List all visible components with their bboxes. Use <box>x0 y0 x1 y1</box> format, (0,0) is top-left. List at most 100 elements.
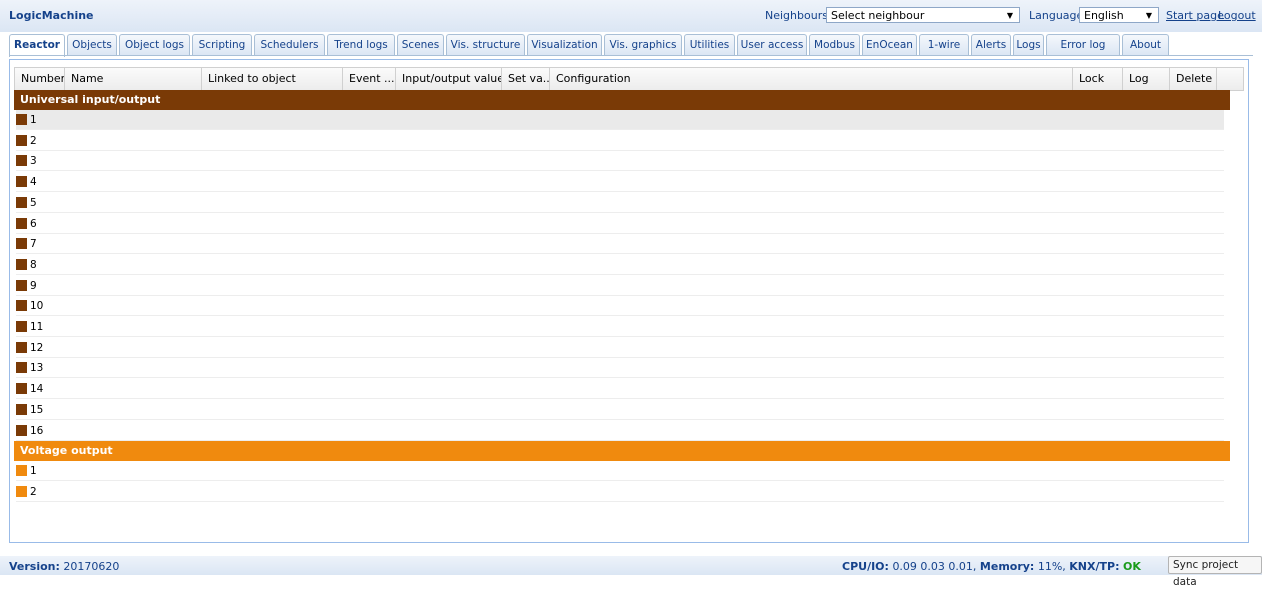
row-number: 5 <box>30 196 37 209</box>
row-number: 12 <box>30 341 44 354</box>
dropdown-arrow-icon: ▼ <box>1145 11 1152 20</box>
color-square-icon <box>16 279 27 291</box>
neighbours-select[interactable]: Select neighbour ▼ <box>826 7 1020 23</box>
color-square-icon <box>16 114 27 125</box>
tab-utilities[interactable]: Utilities <box>684 34 735 55</box>
tab-enocean[interactable]: EnOcean <box>862 34 917 55</box>
neighbours-select-value: Select neighbour <box>831 9 925 22</box>
row-number: 3 <box>30 155 37 168</box>
row-number: 8 <box>30 258 37 271</box>
row-number: 2 <box>30 485 37 498</box>
row-number: 11 <box>30 321 44 333</box>
language-select[interactable]: English ▼ <box>1079 7 1159 23</box>
row-number: 14 <box>30 383 44 396</box>
column-header-lock[interactable]: Lock <box>1073 68 1123 90</box>
table-row[interactable]: 13 <box>16 358 1224 379</box>
color-square-icon <box>16 485 27 497</box>
table-row[interactable]: 8 <box>16 255 1224 275</box>
memory-label: Memory: <box>979 560 1035 573</box>
table-row[interactable]: 14 <box>16 379 1224 400</box>
column-header-event[interactable]: Event ... <box>343 68 396 90</box>
row-number: 1 <box>30 465 37 478</box>
knx-status-value: OK <box>1122 560 1141 573</box>
table-row[interactable]: 16 <box>16 421 1224 441</box>
tab-scenes[interactable]: Scenes <box>397 34 444 55</box>
color-square-icon <box>16 258 27 270</box>
column-header-name[interactable]: Name <box>65 68 202 90</box>
table-row[interactable]: 10 <box>16 296 1224 317</box>
tab-reactor[interactable]: Reactor <box>9 34 65 57</box>
tab-trend-logs[interactable]: Trend logs <box>327 34 395 55</box>
tab-alerts[interactable]: Alerts <box>971 34 1011 55</box>
column-header-input-output-value[interactable]: Input/output value <box>396 68 502 90</box>
column-header-log[interactable]: Log <box>1123 68 1170 90</box>
tab-user-access[interactable]: User access <box>737 34 807 55</box>
table-row[interactable]: 1 <box>16 110 1224 130</box>
version-value: 20170620 <box>63 560 120 573</box>
color-square-icon <box>16 238 27 250</box>
tab-object-logs[interactable]: Object logs <box>119 34 190 55</box>
row-number: 6 <box>30 217 37 230</box>
table-row[interactable]: 1 <box>16 461 1224 482</box>
version-label: Version: <box>9 560 60 573</box>
sync-project-data-button[interactable]: Sync project data <box>1168 556 1262 588</box>
tab-about[interactable]: About <box>1122 34 1169 55</box>
tab-vis-structure[interactable]: Vis. structure <box>446 34 525 55</box>
group-header[interactable]: Universal input/output <box>14 90 1230 110</box>
group-header[interactable]: Voltage output <box>14 441 1230 462</box>
color-square-icon <box>16 134 27 146</box>
knx-label: KNX/TP: <box>1069 560 1120 573</box>
tab-divider <box>9 55 1253 56</box>
table-row[interactable]: 3 <box>16 151 1224 172</box>
neighbours-label: Neighbours: <box>765 9 832 22</box>
color-square-icon <box>16 176 27 188</box>
tab-logs[interactable]: Logs <box>1013 34 1044 55</box>
table-row[interactable]: 11 <box>16 317 1224 337</box>
table-row[interactable]: 4 <box>16 172 1224 193</box>
tab-1-wire[interactable]: 1-wire <box>919 34 969 55</box>
tab-visualization[interactable]: Visualization <box>527 34 602 55</box>
table-row[interactable]: 12 <box>16 338 1224 358</box>
version-info: Version: 20170620 <box>9 560 119 573</box>
column-header-number[interactable]: Number <box>15 68 65 90</box>
tab-modbus[interactable]: Modbus <box>809 34 860 55</box>
cpu-label: CPU/IO: <box>842 560 889 573</box>
color-square-icon <box>16 424 27 436</box>
tab-error-log[interactable]: Error log <box>1046 34 1120 55</box>
row-number: 13 <box>30 362 44 375</box>
row-number: 15 <box>30 403 44 416</box>
start-page-link[interactable]: Start page <box>1166 9 1224 22</box>
grid-header: Number Name Linked to object Event ... Input… <box>14 67 1244 91</box>
tab-objects[interactable]: Objects <box>67 34 117 55</box>
color-square-icon <box>16 341 27 353</box>
table-row[interactable]: 6 <box>16 214 1224 234</box>
color-square-icon <box>16 300 27 312</box>
tab-scripting[interactable]: Scripting <box>192 34 252 55</box>
color-square-icon <box>16 465 27 477</box>
app-title: LogicMachine <box>9 9 94 22</box>
color-square-icon <box>16 403 27 415</box>
table-row[interactable]: 7 <box>16 234 1224 255</box>
column-header-delete[interactable]: Delete <box>1170 68 1217 90</box>
table-row[interactable]: 15 <box>16 400 1224 420</box>
row-number: 16 <box>30 424 44 437</box>
cpu-value: 0.09 0.03 0.01, <box>892 560 977 573</box>
system-status: CPU/IO: 0.09 0.03 0.01, Memory: 11%, KNX… <box>842 560 1141 573</box>
column-header-set-va[interactable]: Set va... <box>502 68 550 90</box>
logout-link[interactable]: Logout <box>1218 9 1256 22</box>
row-number: 1 <box>30 114 37 126</box>
row-number: 2 <box>30 134 37 147</box>
tab-schedulers[interactable]: Schedulers <box>254 34 325 55</box>
table-row[interactable]: 2 <box>16 131 1224 151</box>
tab-vis-graphics[interactable]: Vis. graphics <box>604 34 682 55</box>
table-row[interactable]: 2 <box>16 482 1224 502</box>
color-square-icon <box>16 217 27 229</box>
column-header-linked-to-object[interactable]: Linked to object <box>202 68 343 90</box>
column-header-configuration[interactable]: Configuration <box>550 68 1073 90</box>
color-square-icon <box>16 383 27 395</box>
row-number: 9 <box>30 279 37 292</box>
table-row[interactable]: 5 <box>16 193 1224 213</box>
color-square-icon <box>16 155 27 167</box>
table-row[interactable]: 9 <box>16 276 1224 296</box>
top-bar: LogicMachine Neighbours: Select neighbou… <box>0 0 1262 32</box>
